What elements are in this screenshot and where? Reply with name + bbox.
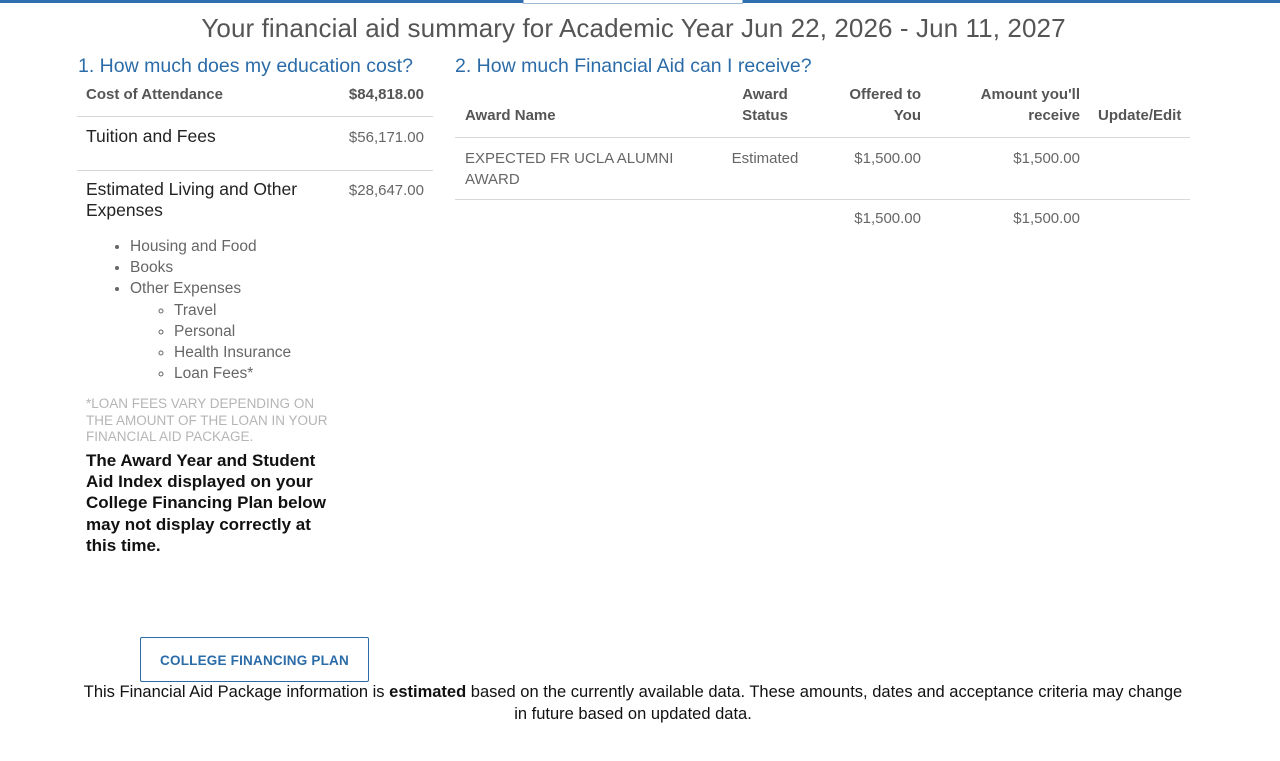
aid-section-heading: 2. How much Financial Aid can I receive? (455, 55, 812, 77)
col-offered-to-you: Offered to You (849, 86, 921, 124)
cost-table: Cost of Attendance $84,818.00 Tuition an… (77, 84, 433, 171)
cost-row-value: $28,647.00 (348, 182, 424, 199)
award-receive: $1,500.00 (1013, 150, 1080, 167)
disclaimer-text: based on the currently available data. T… (466, 683, 1183, 723)
awards-table-header: Award Name Award Status Offered to You A… (455, 84, 1190, 138)
awards-table: Award Name Award Status Offered to You A… (455, 84, 1190, 230)
cost-row-tuition: Tuition and Fees $56,171.00 (77, 117, 433, 171)
col-award-name: Award Name (465, 107, 556, 124)
estimate-disclaimer: This Financial Aid Package information i… (80, 682, 1186, 725)
list-item: Health Insurance (174, 342, 291, 363)
cost-row-label: Estimated Living and Other Expenses (86, 179, 298, 220)
top-tab-indicator (523, 0, 743, 4)
cost-row-label: Tuition and Fees (86, 126, 216, 146)
total-offered: $1,500.00 (854, 210, 921, 227)
expense-list: Housing and Food Books Other Expenses Tr… (86, 236, 291, 384)
cost-table-header: Cost of Attendance $84,818.00 (77, 84, 433, 117)
list-item: Housing and Food (130, 236, 291, 257)
college-financing-plan-button[interactable]: COLLEGE FINANCING PLAN (140, 637, 369, 682)
other-expense-list: Travel Personal Health Insurance Loan Fe… (130, 300, 291, 385)
cost-section-heading: 1. How much does my education cost? (78, 55, 413, 77)
total-receive: $1,500.00 (1013, 210, 1080, 227)
list-item: Personal (174, 321, 291, 342)
list-item: Travel (174, 300, 291, 321)
cost-row-value: $56,171.00 (348, 129, 424, 146)
disclaimer-emphasis: estimated (389, 683, 467, 701)
cost-of-attendance-total: $84,818.00 (348, 86, 424, 103)
list-item-label: Other Expenses (130, 280, 242, 298)
table-row: EXPECTED FR UCLA ALUMNI AWARD Estimated … (455, 138, 1190, 200)
award-offered: $1,500.00 (854, 150, 921, 167)
list-item: Books (130, 257, 291, 278)
col-award-status: Award Status (742, 86, 788, 124)
loan-fees-note: *LOAN FEES VARY DEPENDING ON THE AMOUNT … (86, 396, 328, 445)
awards-total-row: $1,500.00 $1,500.00 (455, 200, 1190, 230)
award-status: Estimated (731, 150, 799, 167)
list-item: Loan Fees* (174, 363, 291, 384)
list-item: Other Expenses Travel Personal Health In… (130, 278, 291, 384)
cost-of-attendance-label: Cost of Attendance (86, 86, 223, 103)
cost-row-living: Estimated Living and Other Expenses $28,… (77, 170, 433, 220)
award-name: EXPECTED FR UCLA ALUMNI AWARD (465, 150, 674, 188)
disclaimer-text: This Financial Aid Package information i… (83, 683, 390, 701)
award-year-warning: The Award Year and Student Aid Index dis… (86, 451, 326, 555)
col-amount-receive: Amount you'll receive (980, 86, 1080, 124)
page-title: Your financial aid summary for Academic … (201, 13, 1066, 43)
col-update-edit: Update/Edit (1098, 107, 1182, 124)
